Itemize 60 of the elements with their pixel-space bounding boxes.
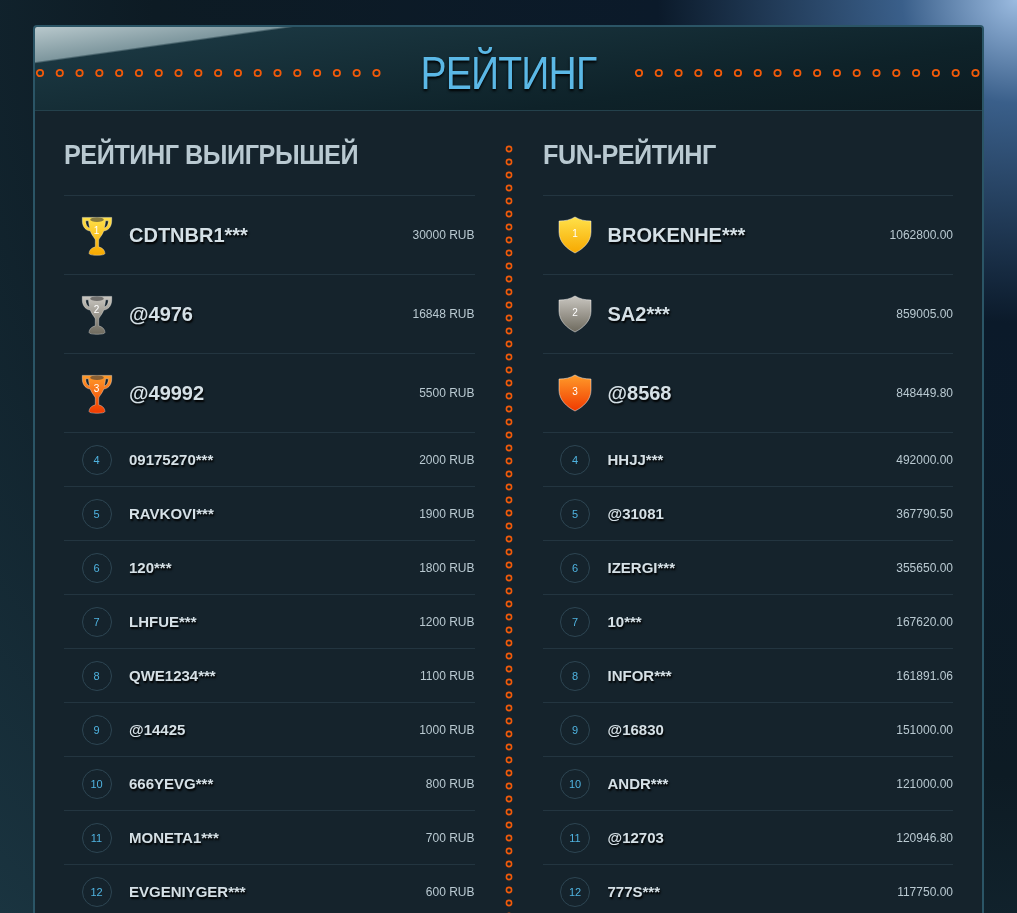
score-amount: 700 RUB [425, 830, 475, 845]
score-amount: 1800 RUB [419, 560, 475, 575]
player-name: @8568 [607, 381, 673, 405]
score-amount: 117750.00 [897, 884, 953, 899]
player-name: INFOR*** [607, 667, 673, 684]
player-name: @16830 [607, 721, 665, 738]
rank-number: 1 [93, 225, 100, 237]
player-name: RAVKOVI*** [129, 505, 215, 522]
player-name: BROKENHE*** [607, 223, 747, 247]
rank-number: 3 [572, 386, 578, 398]
player-name: LHFUE*** [129, 613, 198, 630]
score-amount: 1062800.00 [889, 228, 953, 242]
player-name: @31081 [607, 505, 665, 522]
rank-number: 3 [93, 383, 100, 395]
score-amount: 1900 RUB [419, 506, 475, 521]
score-amount: 167620.00 [896, 614, 953, 629]
score-amount: 1200 RUB [419, 614, 475, 629]
shield-icon [558, 216, 592, 254]
score-amount: 1000 RUB [419, 722, 475, 737]
rank-number: 2 [93, 304, 100, 316]
score-amount: 151000.00 [896, 722, 953, 737]
score-amount: 161891.06 [896, 668, 953, 683]
score-amount: 121000.00 [896, 776, 953, 791]
shield-icon [558, 374, 592, 412]
score-amount: 800 RUB [425, 776, 475, 791]
player-name: @4976 [129, 302, 194, 326]
page-title: РЕЙТИНГ [420, 45, 597, 100]
player-name: 120*** [129, 559, 173, 576]
player-name: SA2*** [607, 302, 671, 326]
shield-icon [558, 295, 592, 333]
score-amount: 30000 RUB [412, 228, 475, 242]
player-name: ANDR*** [607, 775, 670, 792]
player-name: MONETA1*** [129, 829, 220, 846]
score-amount: 367790.50 [896, 506, 953, 521]
player-name: 10*** [607, 613, 643, 630]
player-name: @49992 [129, 381, 206, 405]
rank-number: 2 [572, 307, 578, 319]
player-name: @14425 [129, 721, 187, 738]
rank-number: 1 [572, 228, 578, 240]
score-amount: 859005.00 [896, 307, 953, 321]
score-amount: 1100 RUB [420, 668, 475, 683]
score-amount: 16848 RUB [412, 307, 475, 321]
score-amount: 5500 RUB [419, 386, 475, 400]
player-name: QWE1234*** [129, 667, 217, 684]
player-name: 09175270*** [129, 451, 215, 468]
score-amount: 355650.00 [896, 560, 953, 575]
board-title: РЕЙТИНГ ВЫИГРЫШЕЙ [64, 139, 360, 171]
score-amount: 848449.80 [896, 386, 953, 400]
player-name: HHJJ*** [607, 451, 665, 468]
score-amount: 492000.00 [896, 452, 953, 467]
player-name: @12703 [607, 829, 665, 846]
player-name: 777S*** [607, 883, 662, 900]
score-amount: 120946.80 [896, 830, 953, 845]
player-name: IZERGI*** [607, 559, 676, 576]
player-name: CDTNBR1*** [129, 223, 249, 247]
player-name: 666YEVG*** [129, 775, 215, 792]
score-amount: 2000 RUB [419, 452, 475, 467]
score-amount: 600 RUB [425, 884, 475, 899]
board-title: FUN-РЕЙТИНГ [542, 139, 717, 171]
player-name: EVGENIYGER*** [129, 883, 247, 900]
